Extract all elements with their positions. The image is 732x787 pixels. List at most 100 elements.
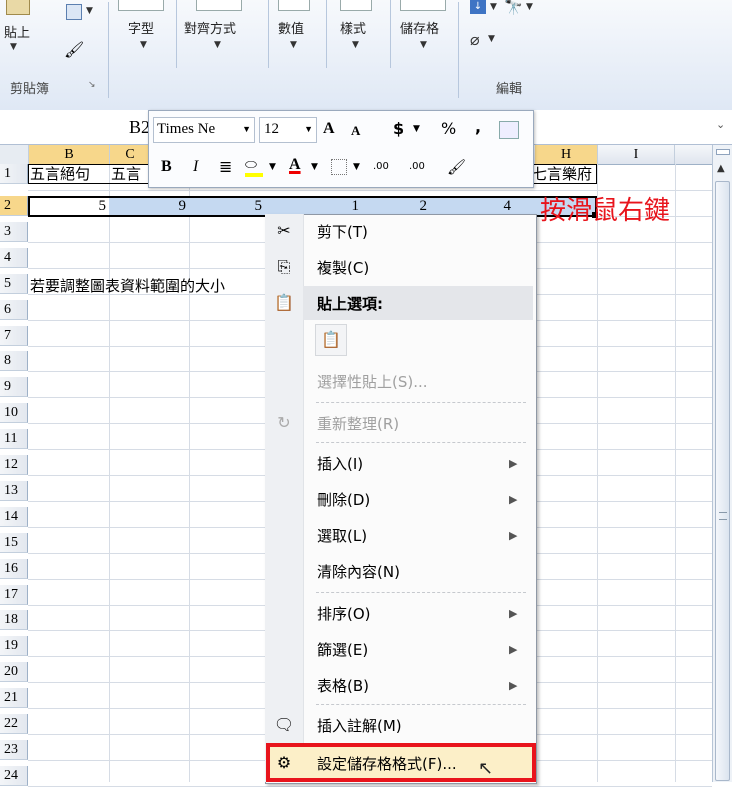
cell-e2[interactable]: 1 [265,196,362,216]
copy-icon[interactable] [66,4,82,20]
currency-button[interactable]: $ [393,117,404,141]
grow-font-button[interactable]: A [323,117,335,141]
row-header-10[interactable]: 10 [0,403,28,423]
increase-decimal-button[interactable]: .00 [373,155,389,179]
scissors-icon: ✂ [277,221,291,240]
menu-item-label: 表格(B) [317,677,369,695]
column-header-c[interactable]: C [110,145,151,164]
percent-button[interactable]: % [441,117,456,141]
menu-item-format-cells[interactable]: 設定儲存格格式(F)... [303,746,533,782]
menu-item-select[interactable]: 選取(L) ▶ [303,518,533,554]
menu-item-delete[interactable]: 刪除(D) ▶ [303,482,533,518]
row-header-16[interactable]: 16 [0,559,28,579]
menu-item-insert-comment[interactable]: 插入註解(M) [303,708,533,744]
menu-item-cut[interactable]: 剪下(T) [303,214,533,250]
paste-button[interactable]: 貼上 [4,22,30,41]
row-header-17[interactable]: 17 [0,585,28,605]
cell-b1[interactable]: 五言絕句 [30,164,108,184]
grip-icon [719,512,727,520]
select-all-corner[interactable] [0,145,29,164]
clear-icon[interactable]: ⌀ [470,30,480,49]
borders-icon[interactable] [331,159,347,175]
row-header-4[interactable]: 4 [0,248,28,268]
align-center-icon[interactable]: ≣ [219,155,232,179]
find-icon[interactable]: 🔭 [504,0,523,16]
styles-button[interactable]: 樣式 [340,18,366,37]
cell-g2[interactable]: 4 [430,196,514,216]
cell-h1[interactable]: 七言樂府 [532,164,596,184]
vertical-scrollbar[interactable]: ▲ [712,145,732,782]
row-header-11[interactable]: 11 [0,429,28,449]
split-box[interactable] [716,149,730,155]
row-header-14[interactable]: 14 [0,507,28,527]
row-header-3[interactable]: 3 [0,222,28,242]
menu-item-copy[interactable]: 複製(C) [303,250,533,286]
row-header-6[interactable]: 6 [0,300,28,320]
column-header-b[interactable]: B [29,145,110,164]
row-header-18[interactable]: 18 [0,610,28,630]
submenu-arrow-icon: ▶ [509,679,518,692]
number-group-icon [278,0,310,11]
menu-item-label: 複製(C) [317,259,370,277]
chevron-down-icon: ▼ [352,40,359,50]
font-color-button[interactable]: A [289,153,301,177]
cell-d2[interactable]: 5 [189,196,265,216]
row-header-9[interactable]: 9 [0,377,28,397]
paste-option-icon[interactable]: 📋 [315,324,347,356]
menu-item-clear-contents[interactable]: 清除內容(N) [303,554,533,590]
menu-item-sort[interactable]: 排序(O) ▶ [303,596,533,632]
cell-b5[interactable]: 若要調整圖表資料範圍的大小 [30,276,264,296]
cell-c2[interactable]: 9 [109,196,189,216]
menu-item-insert[interactable]: 插入(I) ▶ [303,446,533,482]
comma-button[interactable]: , [475,115,481,139]
row-header-23[interactable]: 23 [0,740,28,760]
row-header-13[interactable]: 13 [0,481,28,501]
column-header-i[interactable]: I [598,145,675,164]
fill-icon[interactable]: ↓ [470,0,486,14]
scroll-up-icon[interactable]: ▲ [717,163,725,174]
format-painter-icon[interactable]: 🖌 [64,40,84,59]
mouse-cursor-icon: ↖ [478,758,494,779]
menu-item-paste-special[interactable]: 選擇性貼上(S)... [303,364,533,400]
shrink-font-button[interactable]: A [351,119,360,143]
format-icon[interactable] [499,121,519,139]
menu-separator [316,592,526,593]
number-button[interactable]: 數值 [278,18,304,37]
italic-button[interactable]: I [193,155,198,179]
alignment-button[interactable]: 對齊方式 [184,18,236,37]
scroll-thumb[interactable] [715,181,730,781]
cell-f2[interactable]: 2 [362,196,430,216]
column-header-h[interactable]: H [535,145,598,164]
font-size-value: 12 [264,121,279,137]
row-header-2[interactable]: 2 [0,196,28,216]
row-header-8[interactable]: 8 [0,351,28,371]
expand-formula-icon[interactable]: ⌄ [716,118,725,131]
mini-toolbar: Times Ne ▼ 12 ▼ A A $ ▼ % , B I ≣ ⬭ ▼ A … [148,110,534,188]
row-header-12[interactable]: 12 [0,455,28,475]
paste-icon[interactable] [6,0,30,15]
menu-item-refresh[interactable]: 重新整理(R) [303,406,533,442]
cell-b2[interactable]: 5 [29,196,109,216]
menu-item-filter[interactable]: 篩選(E) ▶ [303,632,533,668]
bold-button[interactable]: B [161,155,172,179]
row-header-24[interactable]: 24 [0,766,28,786]
menu-item-table[interactable]: 表格(B) ▶ [303,668,533,704]
row-header-22[interactable]: 22 [0,714,28,734]
row-header-21[interactable]: 21 [0,688,28,708]
row-header-20[interactable]: 20 [0,662,28,682]
fill-color-icon[interactable]: ⬭ [245,157,263,177]
row-header-7[interactable]: 7 [0,326,28,346]
format-painter-icon[interactable]: 🖌 [447,155,466,179]
cells-button[interactable]: 儲存格 [400,18,439,37]
row-header-5[interactable]: 5 [0,274,28,294]
row-header-15[interactable]: 15 [0,533,28,553]
row-header-19[interactable]: 19 [0,636,28,656]
font-size-box[interactable]: 12 ▼ [259,117,317,143]
font-name-box[interactable]: Times Ne ▼ [153,117,255,143]
dialog-launcher-icon[interactable]: ↘ [88,80,96,90]
row-header-1[interactable]: 1 [0,164,28,184]
name-box[interactable]: B2 [0,114,150,140]
cell-c1[interactable]: 五言 [111,164,149,184]
decrease-decimal-button[interactable]: .00 [409,155,425,179]
font-button[interactable]: 字型 [128,18,154,37]
